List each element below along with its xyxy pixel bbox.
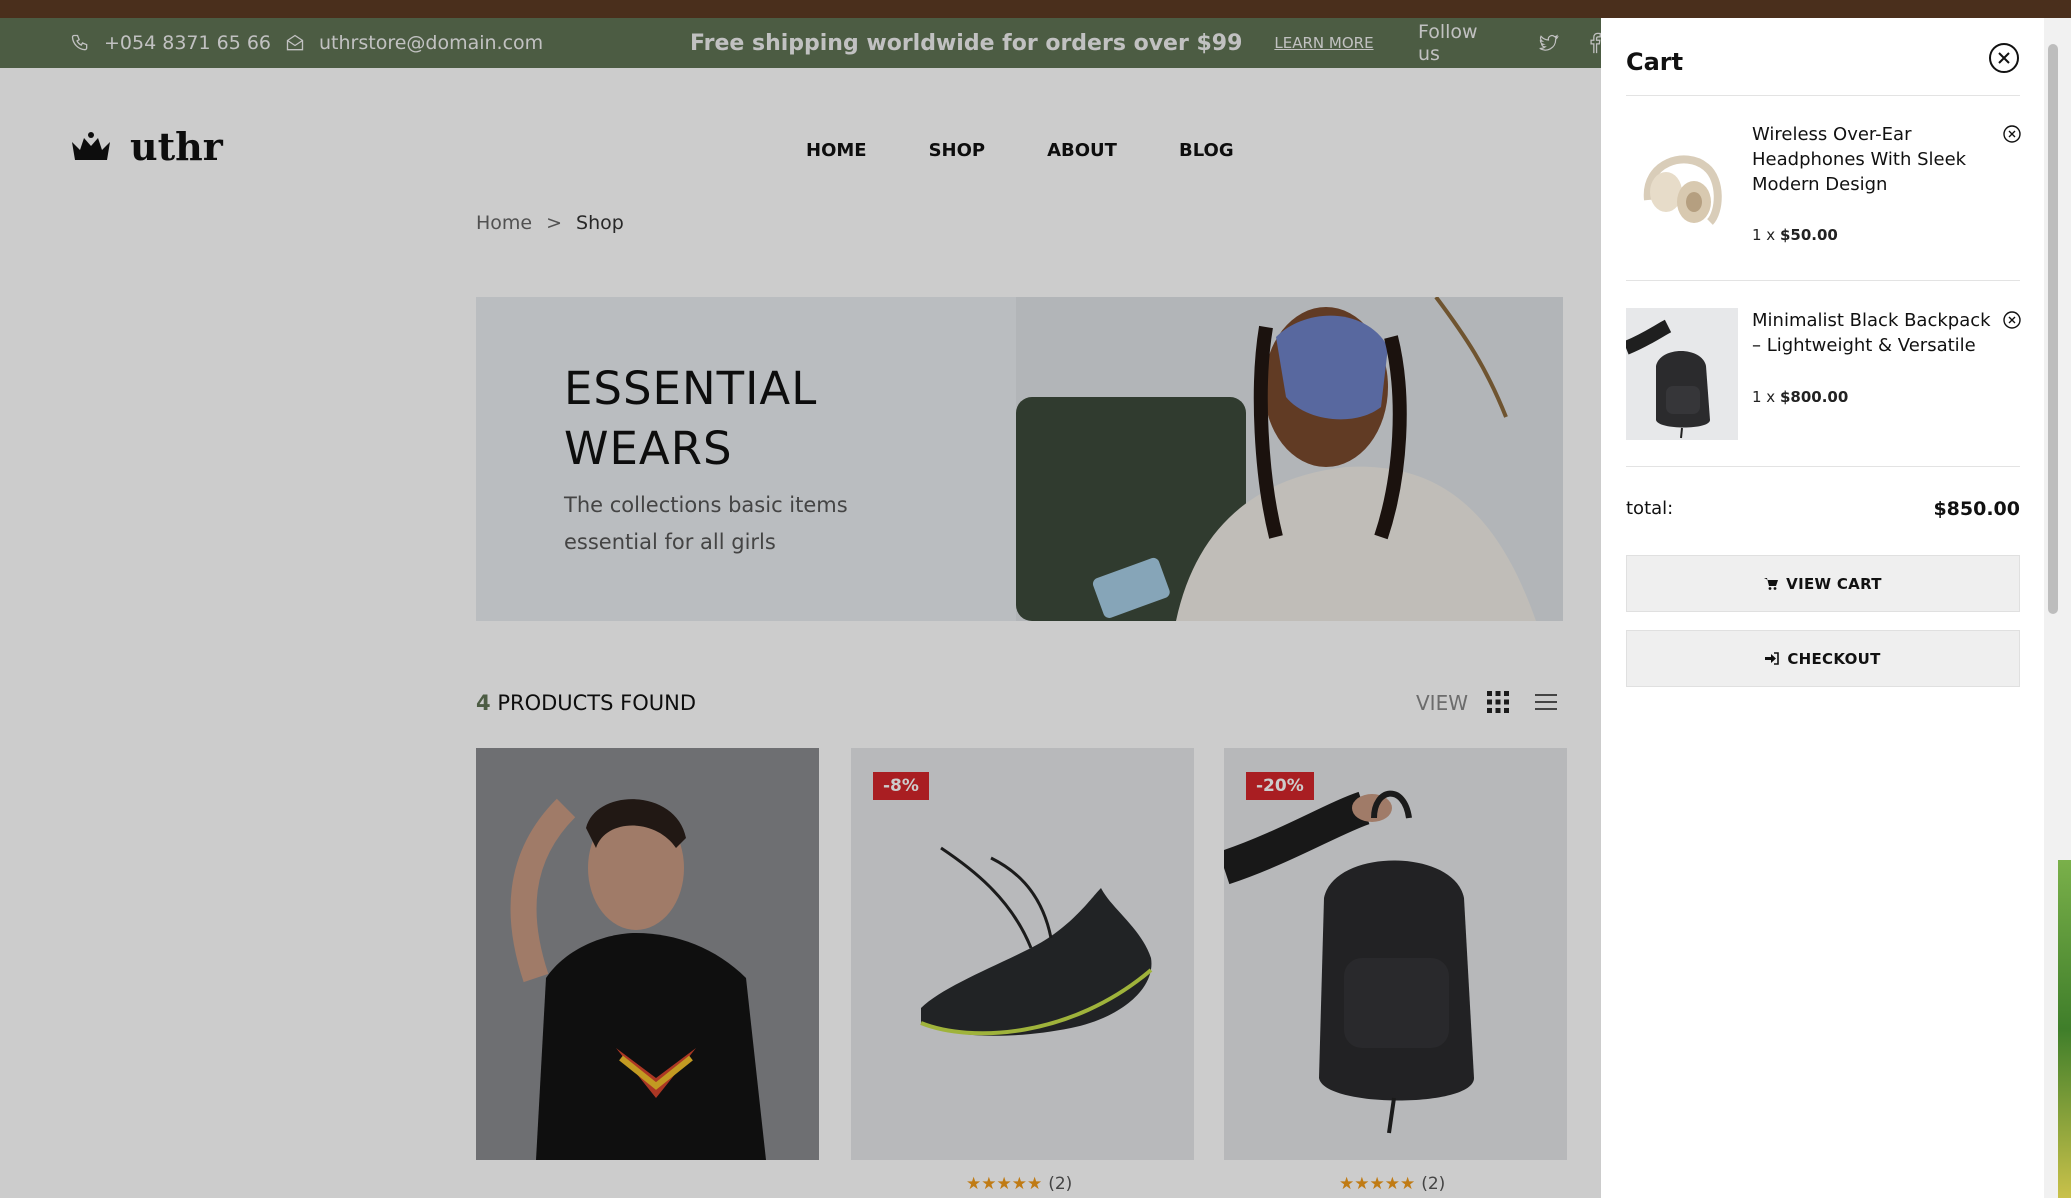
cart-item-image-backpack: [1626, 308, 1738, 440]
cart-item-qty: 1 x: [1752, 388, 1776, 406]
scrollbar-thumb[interactable]: [2048, 44, 2058, 614]
cart-icon: [1764, 578, 1779, 590]
cart-item-image-headphones: [1626, 122, 1738, 254]
view-cart-label: VIEW CART: [1786, 574, 1882, 593]
cart-drawer: Cart Wireless Over-Ear Headphones With S…: [1601, 18, 2044, 1198]
page-dim-overlay[interactable]: [0, 18, 1601, 1198]
cart-item-qty-price: 1 x $800.00: [1752, 388, 1848, 406]
checkout-label: CHECKOUT: [1787, 649, 1881, 668]
cart-title: Cart: [1626, 48, 1684, 76]
cart-item-qty: 1 x: [1752, 226, 1776, 244]
background-edge: [2058, 860, 2071, 1198]
cart-item-name[interactable]: Minimalist Black Backpack – Lightweight …: [1752, 308, 1997, 358]
cart-total-label: total:: [1626, 498, 1674, 519]
checkout-button[interactable]: CHECKOUT: [1626, 630, 2020, 687]
cart-item-name[interactable]: Wireless Over-Ear Headphones With Sleek …: [1752, 122, 1997, 197]
cart-item-qty-price: 1 x $50.00: [1752, 226, 1838, 244]
cart-total-value: $850.00: [1933, 498, 2020, 520]
browser-top-strip: [0, 0, 2071, 18]
sign-in-icon: [1765, 652, 1780, 665]
remove-item-icon[interactable]: [2002, 310, 2022, 330]
cart-item-price: $800.00: [1779, 388, 1849, 406]
view-cart-button[interactable]: VIEW CART: [1626, 555, 2020, 612]
remove-item-icon[interactable]: [2002, 124, 2022, 144]
divider: [1626, 95, 2020, 96]
divider: [1626, 280, 2020, 281]
close-icon[interactable]: [1988, 42, 2020, 74]
cart-item-price: $50.00: [1779, 226, 1838, 244]
divider: [1626, 466, 2020, 467]
